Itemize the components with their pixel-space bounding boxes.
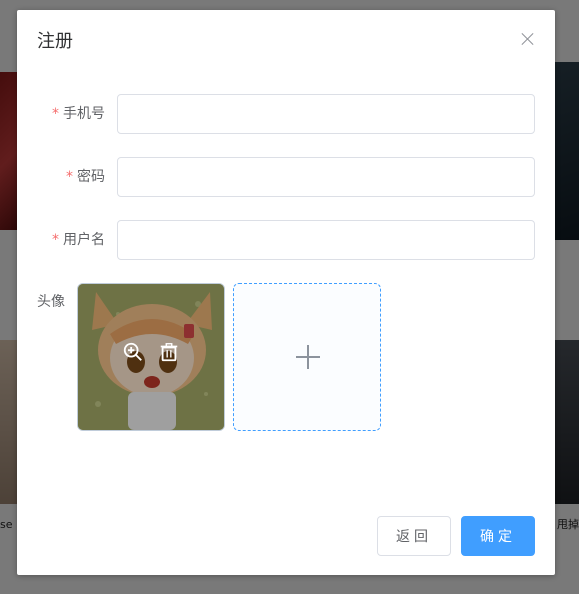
avatar-label: 头像 bbox=[37, 294, 65, 310]
username-input[interactable] bbox=[117, 220, 535, 260]
zoom-in-icon[interactable] bbox=[122, 341, 144, 363]
avatar-thumbnail[interactable] bbox=[77, 283, 225, 431]
username-form-item: * 用户名 bbox=[17, 220, 555, 260]
avatar-upload-button[interactable] bbox=[233, 283, 381, 431]
phone-form-item: * 手机号 bbox=[17, 94, 555, 134]
required-mark: * bbox=[66, 169, 73, 185]
required-mark: * bbox=[52, 106, 59, 122]
dialog-title: 注册 bbox=[37, 31, 73, 52]
phone-label-text: 手机号 bbox=[63, 106, 105, 122]
close-icon[interactable] bbox=[521, 32, 535, 46]
phone-label: * 手机号 bbox=[52, 94, 105, 134]
confirm-button[interactable]: 确定 bbox=[461, 516, 535, 556]
password-label-text: 密码 bbox=[77, 169, 105, 185]
password-form-item: * 密码 bbox=[17, 157, 555, 197]
plus-icon bbox=[307, 345, 309, 369]
delete-icon[interactable] bbox=[158, 341, 180, 363]
back-button[interactable]: 返回 bbox=[377, 516, 451, 556]
username-label: * 用户名 bbox=[52, 220, 105, 260]
password-input[interactable] bbox=[117, 157, 535, 197]
username-label-text: 用户名 bbox=[63, 232, 105, 248]
phone-input[interactable] bbox=[117, 94, 535, 134]
required-mark: * bbox=[52, 232, 59, 248]
avatar-actions bbox=[78, 341, 224, 367]
register-dialog: 注册 * 手机号 * 密码 * 用户名 头像 返回 确定 bbox=[17, 10, 555, 575]
password-label: * 密码 bbox=[66, 157, 105, 197]
